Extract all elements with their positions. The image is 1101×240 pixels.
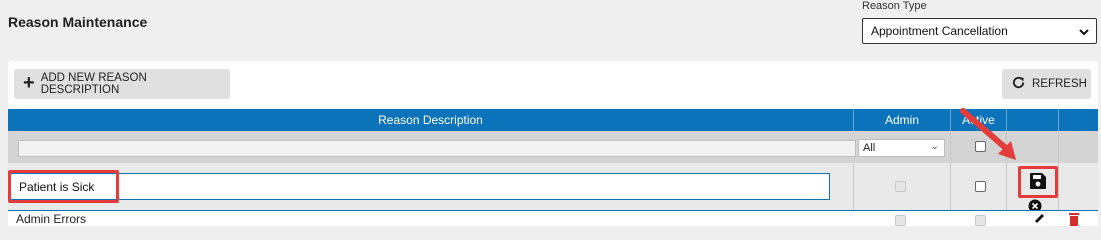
column-divider	[950, 131, 951, 163]
column-divider	[1006, 163, 1007, 210]
page-title: Reason Maintenance	[8, 14, 148, 30]
save-icon	[1029, 172, 1047, 195]
highlight-box	[8, 170, 119, 203]
arrow-icon	[960, 108, 1016, 160]
column-divider	[950, 163, 951, 210]
description-filter-input[interactable]	[18, 140, 856, 157]
refresh-label: REFRESH	[1032, 78, 1087, 90]
column-divider	[1058, 109, 1059, 131]
add-reason-label: ADD NEW REASON DESCRIPTION	[40, 72, 147, 96]
column-header-admin[interactable]: Admin	[854, 109, 950, 131]
admin-checkbox	[895, 215, 906, 226]
chevron-down-icon: ⌄	[930, 141, 939, 152]
delete-icon[interactable]	[1068, 212, 1080, 226]
table-header: Reason Description Admin Active	[8, 109, 1098, 131]
edit-icon[interactable]	[1033, 211, 1045, 226]
admin-filter-selected: All	[863, 142, 876, 154]
plus-icon: +	[23, 72, 35, 94]
chevron-down-icon	[1078, 26, 1090, 41]
table-row[interactable]: Admin Errors	[8, 210, 1098, 226]
column-divider	[1058, 163, 1059, 210]
save-button[interactable]	[1018, 166, 1058, 198]
row-description: Admin Errors	[16, 212, 87, 226]
reason-type-label: Reason Type	[862, 0, 927, 12]
edit-row: Patient is Sick	[8, 163, 1098, 213]
reason-type-selected: Appointment Cancellation	[871, 24, 1008, 38]
active-checkbox[interactable]	[975, 215, 986, 226]
column-divider	[853, 163, 854, 210]
admin-filter-select[interactable]: All ⌄	[858, 139, 945, 157]
active-checkbox[interactable]	[975, 181, 986, 192]
refresh-button[interactable]: REFRESH	[1002, 69, 1091, 99]
refresh-icon	[1011, 75, 1026, 93]
reasons-panel: + ADD NEW REASON DESCRIPTION REFRESH Rea…	[8, 61, 1098, 226]
reason-description-input[interactable]: Patient is Sick	[10, 173, 830, 200]
filter-row: All ⌄	[8, 131, 1098, 163]
column-divider	[1058, 131, 1059, 163]
column-header-description[interactable]: Reason Description	[8, 109, 853, 131]
add-reason-button[interactable]: + ADD NEW REASON DESCRIPTION	[14, 69, 230, 99]
admin-checkbox	[895, 181, 906, 192]
reason-type-select[interactable]: Appointment Cancellation	[862, 18, 1097, 44]
